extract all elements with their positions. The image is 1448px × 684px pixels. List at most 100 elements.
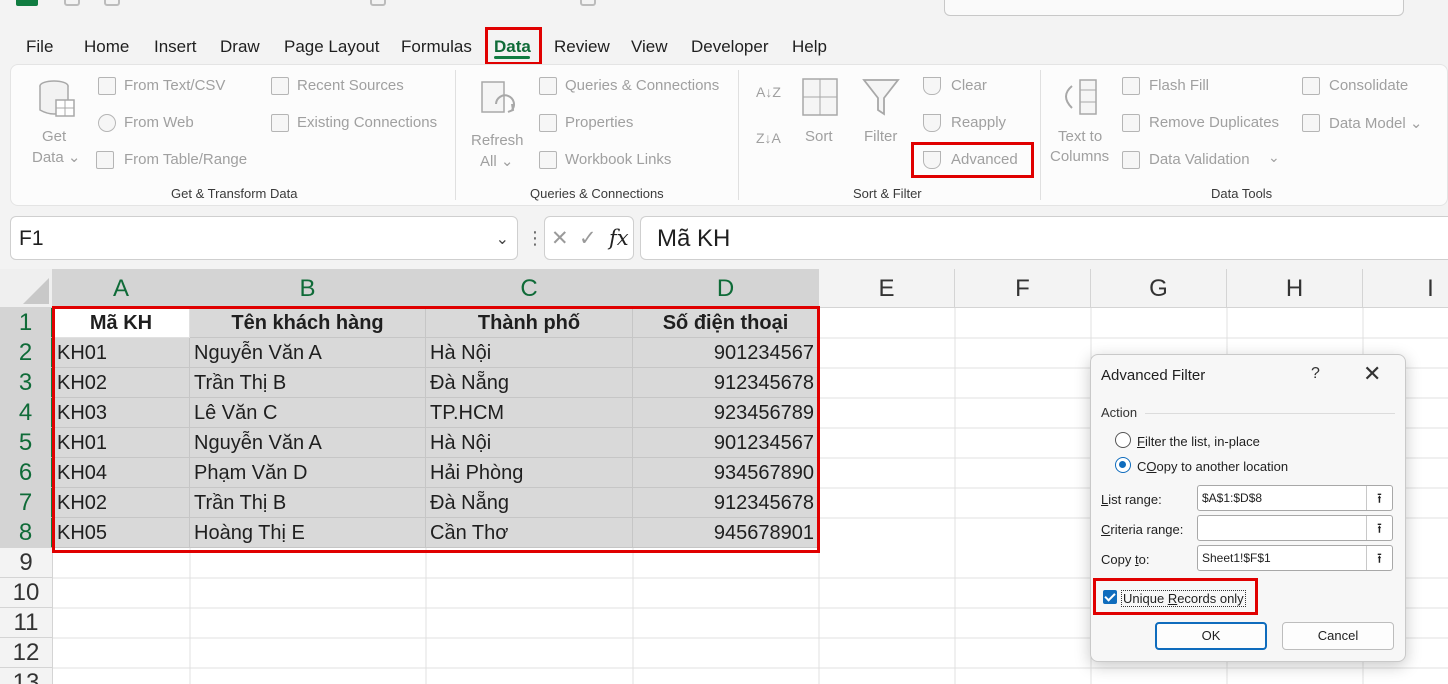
insert-function-icon[interactable]: fx — [609, 226, 629, 250]
undo-icon[interactable] — [104, 0, 120, 6]
help-button[interactable]: ? — [1311, 365, 1320, 383]
quick-access-icon[interactable] — [580, 0, 596, 6]
tab-developer[interactable]: Developer — [691, 37, 769, 57]
tab-formulas[interactable]: Formulas — [401, 37, 472, 57]
collapse-dialog-icon[interactable]: ⭱ — [1366, 546, 1392, 570]
tab-file[interactable]: File — [26, 37, 53, 57]
close-icon[interactable]: ✕ — [1363, 361, 1381, 387]
col-header-a[interactable]: A — [53, 269, 190, 308]
collapse-dialog-icon[interactable]: ⭱ — [1366, 516, 1392, 540]
sort-az-button[interactable]: A↓Z — [756, 84, 781, 100]
row-header[interactable]: 10 — [0, 578, 53, 608]
list-range-label: List range: — [1101, 492, 1162, 507]
queries-connections-button[interactable]: Queries & Connections — [565, 77, 719, 94]
save-icon[interactable] — [64, 0, 80, 6]
consolidate-button[interactable]: Consolidate — [1329, 77, 1408, 94]
tab-page-layout[interactable]: Page Layout — [284, 37, 379, 57]
data-model-button[interactable]: Data Model ⌄ — [1329, 114, 1422, 132]
col-header-c[interactable]: C — [426, 269, 633, 308]
properties-button[interactable]: Properties — [565, 114, 633, 131]
copy-to-location-label[interactable]: COopy to another location — [1137, 459, 1288, 474]
existing-connections-button[interactable]: Existing Connections — [297, 114, 437, 131]
row-header[interactable]: 1 — [0, 308, 53, 338]
from-text-csv-button[interactable]: From Text/CSV — [124, 77, 225, 94]
criteria-range-label: Criteria range: — [1101, 522, 1184, 537]
text-to-columns-label-1[interactable]: Text to — [1058, 128, 1102, 145]
reapply-button[interactable]: Reapply — [951, 114, 1006, 131]
row-header[interactable]: 11 — [0, 608, 53, 638]
unique-records-label[interactable]: Unique Records only — [1121, 590, 1246, 607]
row-header[interactable]: 3 — [0, 368, 53, 398]
recent-sources-button[interactable]: Recent Sources — [297, 77, 404, 94]
formula-input[interactable]: Mã KH — [640, 216, 1448, 260]
tab-view[interactable]: View — [631, 37, 668, 57]
group-label-queries: Queries & Connections — [530, 186, 664, 201]
copy-to-label: Copy to: — [1101, 552, 1150, 567]
row-header[interactable]: 12 — [0, 638, 53, 668]
filter-in-place-radio[interactable] — [1115, 432, 1131, 448]
from-table-range-button[interactable]: From Table/Range — [124, 151, 247, 168]
col-header-d[interactable]: D — [633, 269, 819, 308]
from-web-button[interactable]: From Web — [124, 114, 194, 131]
unique-records-checkbox[interactable] — [1103, 590, 1117, 604]
col-header-g[interactable]: G — [1091, 269, 1227, 308]
section-divider — [1145, 413, 1395, 414]
flash-fill-icon — [1122, 77, 1140, 95]
col-header-e[interactable]: E — [819, 269, 955, 308]
sort-za-button[interactable]: Z↓A — [756, 130, 781, 146]
col-header-i[interactable]: I — [1363, 269, 1448, 308]
ok-button[interactable]: OK — [1155, 622, 1267, 650]
row-header[interactable]: 8 — [0, 518, 53, 548]
collapse-dialog-icon[interactable]: ⭱ — [1366, 486, 1392, 510]
list-range-input[interactable]: $A$1:$D$8 ⭱ — [1197, 485, 1393, 511]
col-header-h[interactable]: H — [1227, 269, 1363, 308]
workbook-links-button[interactable]: Workbook Links — [565, 151, 671, 168]
get-data-label-2[interactable]: Data ⌄ — [32, 148, 80, 166]
copy-to-location-radio[interactable] — [1115, 457, 1131, 473]
col-header-f[interactable]: F — [955, 269, 1091, 308]
clear-filter-icon — [923, 77, 941, 95]
row-header[interactable]: 13 — [0, 668, 53, 684]
more-options-icon[interactable]: ⋮ — [526, 228, 544, 249]
name-box-value: F1 — [19, 227, 44, 250]
cancel-button[interactable]: Cancel — [1282, 622, 1394, 650]
row-header[interactable]: 4 — [0, 398, 53, 428]
advanced-filter-icon — [923, 151, 941, 169]
remove-duplicates-button[interactable]: Remove Duplicates — [1149, 114, 1279, 131]
advanced-button[interactable]: Advanced — [951, 151, 1018, 168]
filter-in-place-label[interactable]: Filter the list, in-place — [1137, 434, 1260, 449]
tab-draw[interactable]: Draw — [220, 37, 260, 57]
search-box[interactable] — [944, 0, 1404, 16]
tab-home[interactable]: Home — [84, 37, 129, 57]
refresh-all-label-2[interactable]: All ⌄ — [480, 152, 513, 170]
text-to-columns-label-2[interactable]: Columns — [1050, 148, 1109, 165]
name-box[interactable]: F1 ⌄ — [10, 216, 518, 260]
refresh-all-label-1[interactable]: Refresh — [471, 132, 524, 149]
row-header[interactable]: 2 — [0, 338, 53, 368]
flash-fill-button[interactable]: Flash Fill — [1149, 77, 1209, 94]
get-data-label-1[interactable]: Get — [42, 128, 66, 145]
tab-data[interactable]: Data — [494, 37, 531, 57]
cancel-icon[interactable]: ✕ — [551, 226, 569, 251]
chevron-down-icon[interactable]: ⌄ — [496, 229, 509, 249]
dialog-title: Advanced Filter — [1101, 367, 1206, 384]
filter-button[interactable]: Filter — [864, 128, 897, 145]
select-all-corner[interactable] — [0, 269, 53, 308]
tab-review[interactable]: Review — [554, 37, 610, 57]
col-header-b[interactable]: B — [190, 269, 426, 308]
chevron-down-icon[interactable]: ⌄ — [1268, 149, 1280, 166]
row-header[interactable]: 9 — [0, 548, 53, 578]
criteria-range-input[interactable]: ⭱ — [1197, 515, 1393, 541]
print-icon[interactable] — [370, 0, 386, 6]
row-header[interactable]: 6 — [0, 458, 53, 488]
clear-button[interactable]: Clear — [951, 77, 987, 94]
enter-icon[interactable]: ✓ — [579, 226, 597, 251]
row-header[interactable]: 5 — [0, 428, 53, 458]
refresh-icon — [481, 81, 515, 113]
row-header[interactable]: 7 — [0, 488, 53, 518]
copy-to-input[interactable]: Sheet1!$F$1 ⭱ — [1197, 545, 1393, 571]
data-validation-button[interactable]: Data Validation — [1149, 151, 1250, 168]
sort-button[interactable]: Sort — [805, 128, 833, 145]
tab-insert[interactable]: Insert — [154, 37, 197, 57]
tab-help[interactable]: Help — [792, 37, 827, 57]
